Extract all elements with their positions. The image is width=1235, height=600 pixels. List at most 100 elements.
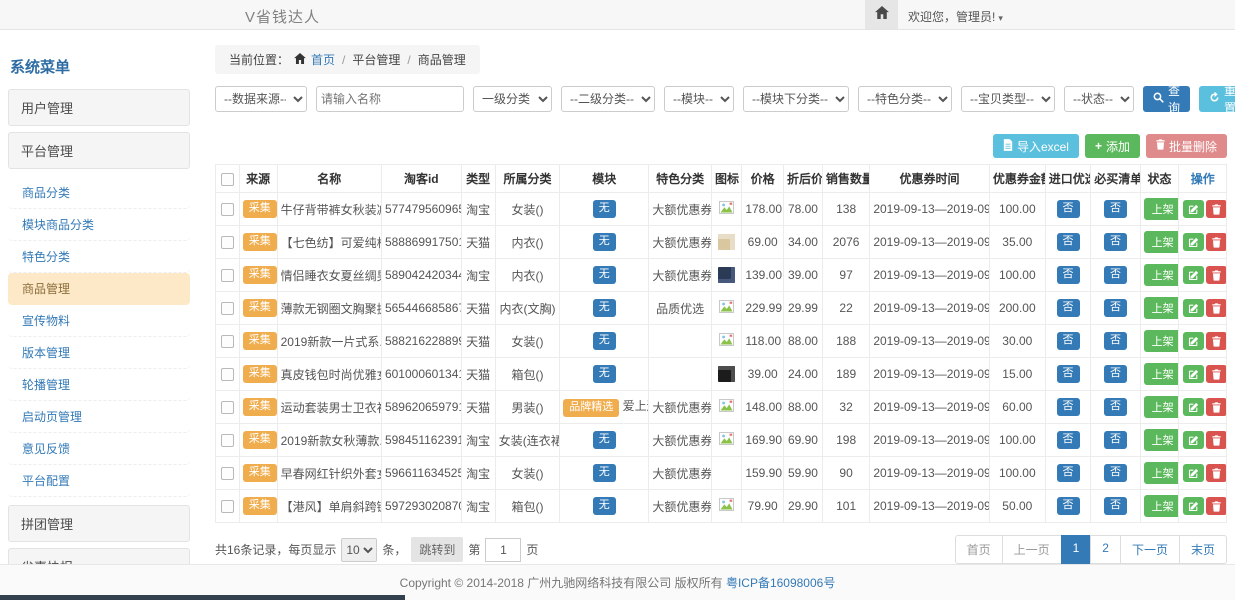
sidebar-subitem[interactable]: 版本管理 xyxy=(8,337,190,369)
sidebar-subitem[interactable]: 商品分类 xyxy=(8,177,190,209)
status-button[interactable]: 上架 xyxy=(1144,429,1179,451)
row-checkbox[interactable] xyxy=(221,269,234,282)
user-menu[interactable]: 欢迎您，管理员!▾ xyxy=(908,8,1003,25)
edit-button[interactable] xyxy=(1183,266,1204,284)
delete-button[interactable] xyxy=(1206,266,1226,284)
name-search-input[interactable] xyxy=(316,86,464,112)
status-button[interactable]: 上架 xyxy=(1144,198,1179,220)
filter-select[interactable]: --二级分类-- xyxy=(561,86,655,112)
edit-button[interactable] xyxy=(1183,431,1204,449)
page-button[interactable]: 下一页 xyxy=(1120,535,1180,564)
status-button[interactable]: 上架 xyxy=(1144,495,1179,517)
edit-button[interactable] xyxy=(1183,497,1204,515)
delete-button[interactable] xyxy=(1206,200,1226,218)
edit-button[interactable] xyxy=(1183,200,1204,218)
breadcrumb-home-link[interactable]: 首页 xyxy=(311,51,335,68)
row-checkbox[interactable] xyxy=(221,500,234,513)
import-choice-badge[interactable]: 否 xyxy=(1057,299,1080,317)
must-buy-badge[interactable]: 否 xyxy=(1104,497,1127,515)
delete-button[interactable] xyxy=(1206,233,1226,251)
import-choice-badge[interactable]: 否 xyxy=(1057,200,1080,218)
filter-select[interactable]: --宝贝类型-- xyxy=(961,86,1055,112)
status-button[interactable]: 上架 xyxy=(1144,462,1179,484)
status-button[interactable]: 上架 xyxy=(1144,363,1179,385)
edit-button[interactable] xyxy=(1183,464,1204,482)
sidebar-subitem[interactable]: 宣传物料 xyxy=(8,305,190,337)
filter-select[interactable]: --模块下分类-- xyxy=(743,86,849,112)
must-buy-badge[interactable]: 否 xyxy=(1104,233,1127,251)
reset-button[interactable]: 重置 xyxy=(1199,86,1235,112)
import-choice-badge[interactable]: 否 xyxy=(1057,431,1080,449)
must-buy-badge[interactable]: 否 xyxy=(1104,200,1127,218)
must-buy-badge[interactable]: 否 xyxy=(1104,332,1127,350)
delete-button[interactable] xyxy=(1206,464,1226,482)
page-button[interactable]: 上一页 xyxy=(1002,535,1062,564)
row-checkbox[interactable] xyxy=(221,335,234,348)
sidebar-subitem[interactable]: 平台配置 xyxy=(8,465,190,497)
sidebar-group-item[interactable]: 拼团管理 xyxy=(8,505,190,542)
page-button[interactable]: 首页 xyxy=(955,535,1003,564)
import-choice-badge[interactable]: 否 xyxy=(1057,266,1080,284)
status-button[interactable]: 上架 xyxy=(1144,330,1179,352)
filter-select[interactable]: --特色分类-- xyxy=(858,86,952,112)
must-buy-badge[interactable]: 否 xyxy=(1104,266,1127,284)
page-button[interactable]: 末页 xyxy=(1179,535,1227,564)
must-buy-badge[interactable]: 否 xyxy=(1104,398,1127,416)
import-choice-badge[interactable]: 否 xyxy=(1057,497,1080,515)
delete-button[interactable] xyxy=(1206,365,1226,383)
filter-select[interactable]: --状态-- xyxy=(1064,86,1134,112)
must-buy-badge[interactable]: 否 xyxy=(1104,299,1127,317)
edit-button[interactable] xyxy=(1183,299,1204,317)
add-button[interactable]: + 添加 xyxy=(1085,134,1140,158)
edit-button[interactable] xyxy=(1183,332,1204,350)
sidebar-group-item[interactable]: 平台管理 xyxy=(8,132,190,169)
import-choice-badge[interactable]: 否 xyxy=(1057,332,1080,350)
status-button[interactable]: 上架 xyxy=(1144,264,1179,286)
sidebar-subitem[interactable]: 意见反馈 xyxy=(8,433,190,465)
must-buy-badge[interactable]: 否 xyxy=(1104,464,1127,482)
import-choice-badge[interactable]: 否 xyxy=(1057,365,1080,383)
query-button[interactable]: 查询 xyxy=(1143,86,1190,112)
delete-button[interactable] xyxy=(1206,398,1226,416)
page-button[interactable]: 2 xyxy=(1090,535,1121,564)
batch-delete-button[interactable]: 批量删除 xyxy=(1146,134,1227,158)
status-button[interactable]: 上架 xyxy=(1144,231,1179,253)
select-all-checkbox[interactable] xyxy=(221,173,234,186)
page-size-select[interactable]: 10 xyxy=(341,538,377,562)
edit-button[interactable] xyxy=(1183,398,1204,416)
row-checkbox[interactable] xyxy=(221,434,234,447)
edit-button[interactable] xyxy=(1183,233,1204,251)
row-checkbox[interactable] xyxy=(221,236,234,249)
row-checkbox[interactable] xyxy=(221,368,234,381)
must-buy-badge[interactable]: 否 xyxy=(1104,365,1127,383)
delete-button[interactable] xyxy=(1206,332,1226,350)
import-choice-badge[interactable]: 否 xyxy=(1057,398,1080,416)
import-excel-button[interactable]: 导入excel xyxy=(993,134,1079,158)
sidebar-group-item[interactable]: 用户管理 xyxy=(8,89,190,126)
sidebar-subitem[interactable]: 特色分类 xyxy=(8,241,190,273)
status-button[interactable]: 上架 xyxy=(1144,297,1179,319)
must-buy-badge[interactable]: 否 xyxy=(1104,431,1127,449)
import-choice-badge[interactable]: 否 xyxy=(1057,233,1080,251)
sidebar-subitem[interactable]: 商品管理 xyxy=(8,273,190,305)
page-button[interactable]: 1 xyxy=(1061,535,1092,564)
status-button[interactable]: 上架 xyxy=(1144,396,1179,418)
import-choice-badge[interactable]: 否 xyxy=(1057,464,1080,482)
filter-select[interactable]: --模块-- xyxy=(664,86,734,112)
horizontal-scrollbar-thumb[interactable] xyxy=(0,595,405,600)
row-checkbox[interactable] xyxy=(221,401,234,414)
icp-link[interactable]: 粤ICP备16098006号 xyxy=(726,574,835,591)
delete-button[interactable] xyxy=(1206,299,1226,317)
data-source-select[interactable]: --数据来源-- xyxy=(215,86,307,112)
row-checkbox[interactable] xyxy=(221,467,234,480)
jump-page-input[interactable] xyxy=(485,538,521,562)
sidebar-subitem[interactable]: 模块商品分类 xyxy=(8,209,190,241)
jump-button[interactable]: 跳转到 xyxy=(411,537,463,562)
row-checkbox[interactable] xyxy=(221,203,234,216)
delete-button[interactable] xyxy=(1206,431,1226,449)
home-button[interactable] xyxy=(865,0,898,29)
sidebar-subitem[interactable]: 启动页管理 xyxy=(8,401,190,433)
filter-select[interactable]: 一级分类 xyxy=(473,86,552,112)
delete-button[interactable] xyxy=(1206,497,1226,515)
row-checkbox[interactable] xyxy=(221,302,234,315)
